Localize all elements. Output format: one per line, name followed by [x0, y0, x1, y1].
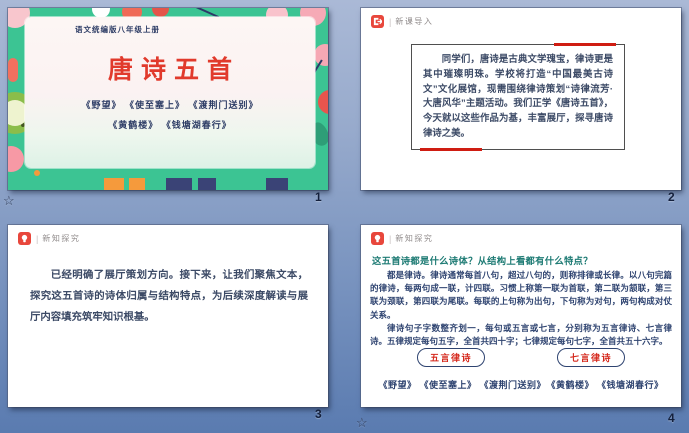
- answer-body: 都是律诗。律诗通常每首八句，超过八句的，则称排律或长律。以八句完篇的律诗，每两句…: [370, 269, 672, 348]
- character-legs-navy: [198, 178, 216, 190]
- answer-paragraph-2: 律诗句子字数整齐划一，每句或五言或七言，分别称为五言律诗、七言律诗。五律规定每句…: [370, 322, 672, 348]
- red-fruit: [152, 8, 169, 17]
- red-accent-bar-top: [554, 43, 616, 46]
- header-divider: |: [389, 17, 391, 27]
- enter-icon: [371, 15, 384, 28]
- header-divider: |: [389, 234, 391, 244]
- lightbulb-icon: [18, 232, 31, 245]
- star-icon[interactable]: ☆: [356, 416, 368, 429]
- character-legs-navy: [166, 178, 192, 190]
- intro-text-box: 同学们，唐诗是古典文学瑰宝，律诗更是其中璀璨明珠。学校将打造“中国最美古诗文”文…: [411, 44, 625, 150]
- slide-number-3: 3: [315, 407, 322, 421]
- poem-type-buttons: 五言律诗 七言律诗: [361, 348, 681, 367]
- slide1-inner-card: 语文统编版八年级上册 唐诗五首 《野望》 《使至塞上》 《渡荆门送别》 《黄鹤楼…: [25, 17, 315, 168]
- section-header-label: 新课导入: [395, 16, 433, 27]
- section-header-label: 新知探究: [42, 233, 80, 244]
- slide1-green-frame: 语文统编版八年级上册 唐诗五首 《野望》 《使至塞上》 《渡荆门送别》 《黄鹤楼…: [8, 8, 328, 190]
- section-header-label: 新知探究: [395, 233, 433, 244]
- coral-petal: [8, 58, 18, 82]
- orange-dot: [34, 170, 40, 176]
- slide-thumbnail-3[interactable]: | 新知探究 已经明确了展厅策划方向。接下来，让我们聚焦文本，探究这五首诗的诗体…: [8, 225, 328, 407]
- deck-title: 唐诗五首: [25, 50, 315, 86]
- strawberry: [8, 146, 24, 172]
- section-header: | 新知探究: [371, 232, 433, 245]
- slide-thumbnail-2[interactable]: | 新课导入 同学们，唐诗是古典文学瑰宝，律诗更是其中璀璨明珠。学校将打造“中国…: [361, 8, 681, 190]
- seven-char-lushi-button: 七言律诗: [557, 348, 625, 367]
- intro-paragraph: 同学们，唐诗是古典文学瑰宝，律诗更是其中璀璨明珠。学校将打造“中国最美古诗文”文…: [423, 52, 613, 141]
- star-icon[interactable]: ☆: [3, 194, 15, 207]
- section-header: | 新课导入: [371, 15, 433, 28]
- edition-badge: 语文统编版八年级上册: [75, 24, 315, 35]
- red-fruit: [318, 90, 328, 114]
- character-legs-navy: [266, 178, 288, 190]
- poem-list-line2: 《黄鹤楼》 《钱塘湖春行》: [25, 118, 315, 131]
- header-divider: |: [36, 234, 38, 244]
- slide-number-4: 4: [668, 411, 675, 425]
- transition-paragraph: 已经明确了展厅策划方向。接下来，让我们聚焦文本，探究这五首诗的诗体归属与结构特点…: [30, 265, 308, 328]
- answer-paragraph-1: 都是律诗。律诗通常每首八句，超过八句的，则称排律或长律。以八句完篇的律诗，每两句…: [370, 269, 672, 322]
- poem-list-line1: 《野望》 《使至塞上》 《渡荆门送别》: [25, 98, 315, 111]
- character-legs-orange: [129, 178, 145, 190]
- question-title: 这五首诗都是什么诗体？从结构上看都有什么特点？: [372, 253, 593, 267]
- slide-number-2: 2: [668, 190, 675, 204]
- slide-thumbnail-4[interactable]: | 新知探究 这五首诗都是什么诗体？从结构上看都有什么特点？ 都是律诗。律诗通常…: [361, 225, 681, 407]
- character-legs-orange: [104, 178, 124, 190]
- slide-number-1: 1: [315, 190, 322, 204]
- poem-list-footer: 《野望》 《使至塞上》 《渡荆门送别》 《黄鹤楼》 《钱塘湖春行》: [361, 378, 681, 391]
- section-header: | 新知探究: [18, 232, 80, 245]
- lightbulb-icon: [371, 232, 384, 245]
- red-accent-bar-bottom: [420, 148, 482, 151]
- five-char-lushi-button: 五言律诗: [417, 348, 485, 367]
- slide-thumbnail-1[interactable]: 语文统编版八年级上册 唐诗五首 《野望》 《使至塞上》 《渡荆门送别》 《黄鹤楼…: [8, 8, 328, 190]
